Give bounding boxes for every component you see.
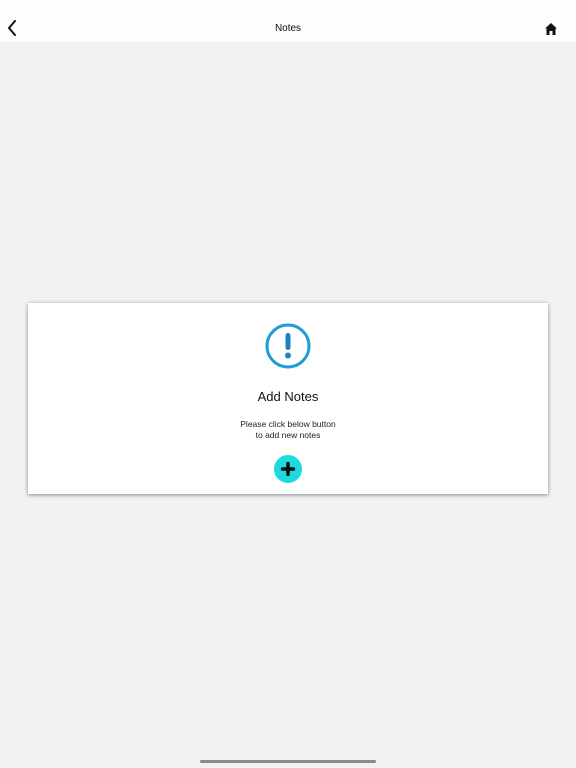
home-icon [545, 23, 557, 35]
empty-state-message: Please click below button to add new not… [0, 419, 576, 441]
plus-icon [281, 462, 295, 476]
exclamation-circle-icon [265, 323, 311, 369]
home-indicator [200, 760, 376, 763]
empty-state-title: Add Notes [257, 389, 319, 404]
message-line-1: Please click below button [240, 419, 336, 429]
home-button[interactable] [544, 22, 558, 36]
navigation-bar: Notes [0, 0, 576, 42]
page-title: Notes [274, 23, 302, 34]
message-line-2: to add new notes [255, 430, 321, 440]
add-note-button[interactable] [274, 455, 302, 483]
